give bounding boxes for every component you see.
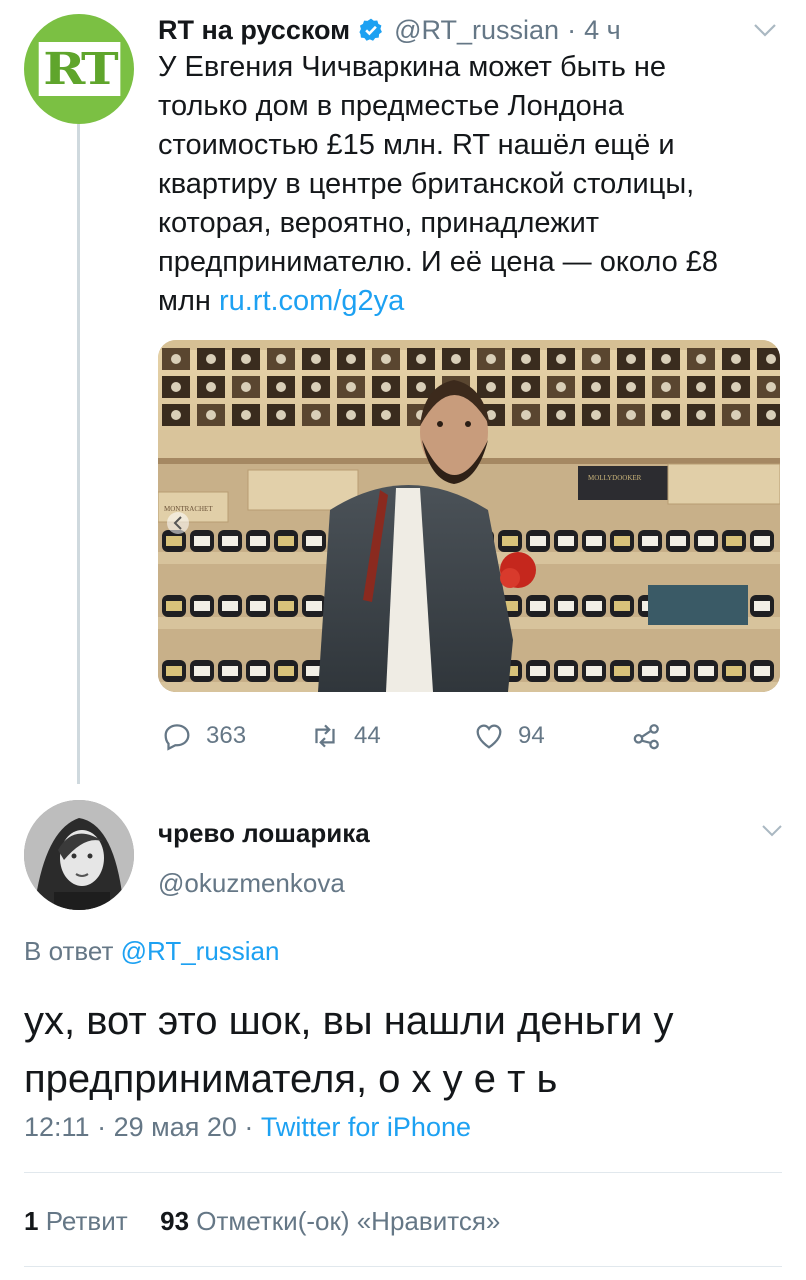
share-action[interactable]	[630, 719, 664, 753]
reply-meta: 12:11 · 29 мая 20 · Twitter for iPhone	[24, 1112, 471, 1143]
separator-dot: ·	[567, 14, 577, 45]
reply-author-name[interactable]: чрево лошарика	[158, 818, 370, 849]
like-count: 94	[518, 722, 545, 749]
reply-time: 12:11	[24, 1112, 90, 1142]
reply-text: ух, вот это шок, вы нашли деньги у предп…	[24, 999, 674, 1101]
divider	[24, 1172, 782, 1173]
retweets-stat[interactable]: 1 Ретвит	[24, 1206, 128, 1236]
tweet-body: У Евгения Чичваркина может быть не тольк…	[158, 51, 719, 317]
retweet-total: 1	[24, 1206, 39, 1236]
tweet-header: RT на русском @RT_russian · 4 ч	[158, 10, 621, 50]
chevron-down-icon[interactable]	[760, 822, 784, 840]
crate-label-left: MONTRACHET	[164, 505, 213, 513]
retweet-action[interactable]: 44	[308, 719, 472, 753]
wine-cellar-photo: MONTRACHET MOLLYDOOKER	[158, 340, 780, 692]
reply-prefix: В ответ	[24, 936, 114, 966]
meta-separator: ·	[244, 1112, 254, 1142]
like-action[interactable]: 94	[472, 719, 630, 753]
author-handle[interactable]: @RT_russian	[394, 15, 559, 46]
divider	[24, 1266, 782, 1267]
chevron-down-icon[interactable]	[752, 20, 778, 40]
avatar-photo	[24, 800, 134, 910]
tweet-actions: 363 44 94	[160, 718, 664, 754]
reply-count: 363	[206, 722, 247, 749]
retweet-label: Ретвит	[45, 1206, 128, 1236]
rt-avatar[interactable]: RT	[24, 14, 134, 124]
reply-date: 29 мая 20	[113, 1112, 237, 1142]
reply-context: В ответ @RT_russian	[24, 936, 279, 967]
reply-author-handle[interactable]: @okuzmenkova	[158, 868, 345, 899]
reply-icon	[164, 724, 190, 751]
reply-to-handle[interactable]: @RT_russian	[121, 936, 280, 966]
like-icon	[476, 724, 502, 749]
tweet-media-image[interactable]: MONTRACHET MOLLYDOOKER	[158, 340, 780, 692]
retweet-count: 44	[354, 722, 381, 749]
likes-stat[interactable]: 93 Отметки(-ок) «Нравится»	[160, 1206, 500, 1236]
like-label: Отметки(-ок) «Нравится»	[196, 1206, 501, 1236]
reply-source[interactable]: Twitter for iPhone	[261, 1112, 471, 1142]
retweet-icon	[315, 724, 335, 748]
share-icon	[633, 724, 659, 750]
like-total: 93	[160, 1206, 190, 1236]
verified-badge-icon	[359, 18, 383, 41]
meta-separator: ·	[97, 1112, 107, 1142]
engagement-stats: 1 Ретвит 93 Отметки(-ок) «Нравится»	[24, 1206, 500, 1237]
author-display-name[interactable]: RT на русском	[158, 15, 350, 46]
crate-label-right: MOLLYDOOKER	[588, 474, 642, 482]
thread-connector-line	[77, 124, 80, 784]
rt-logo: RT	[38, 42, 120, 96]
tweet-time[interactable]: 4 ч	[584, 15, 621, 46]
tweet-text: У Евгения Чичваркина может быть не тольк…	[158, 48, 758, 321]
tweet-link[interactable]: ru.rt.com/g2ya	[219, 285, 404, 317]
reply-author-avatar[interactable]	[24, 800, 134, 910]
reply-action[interactable]: 363	[160, 719, 308, 753]
